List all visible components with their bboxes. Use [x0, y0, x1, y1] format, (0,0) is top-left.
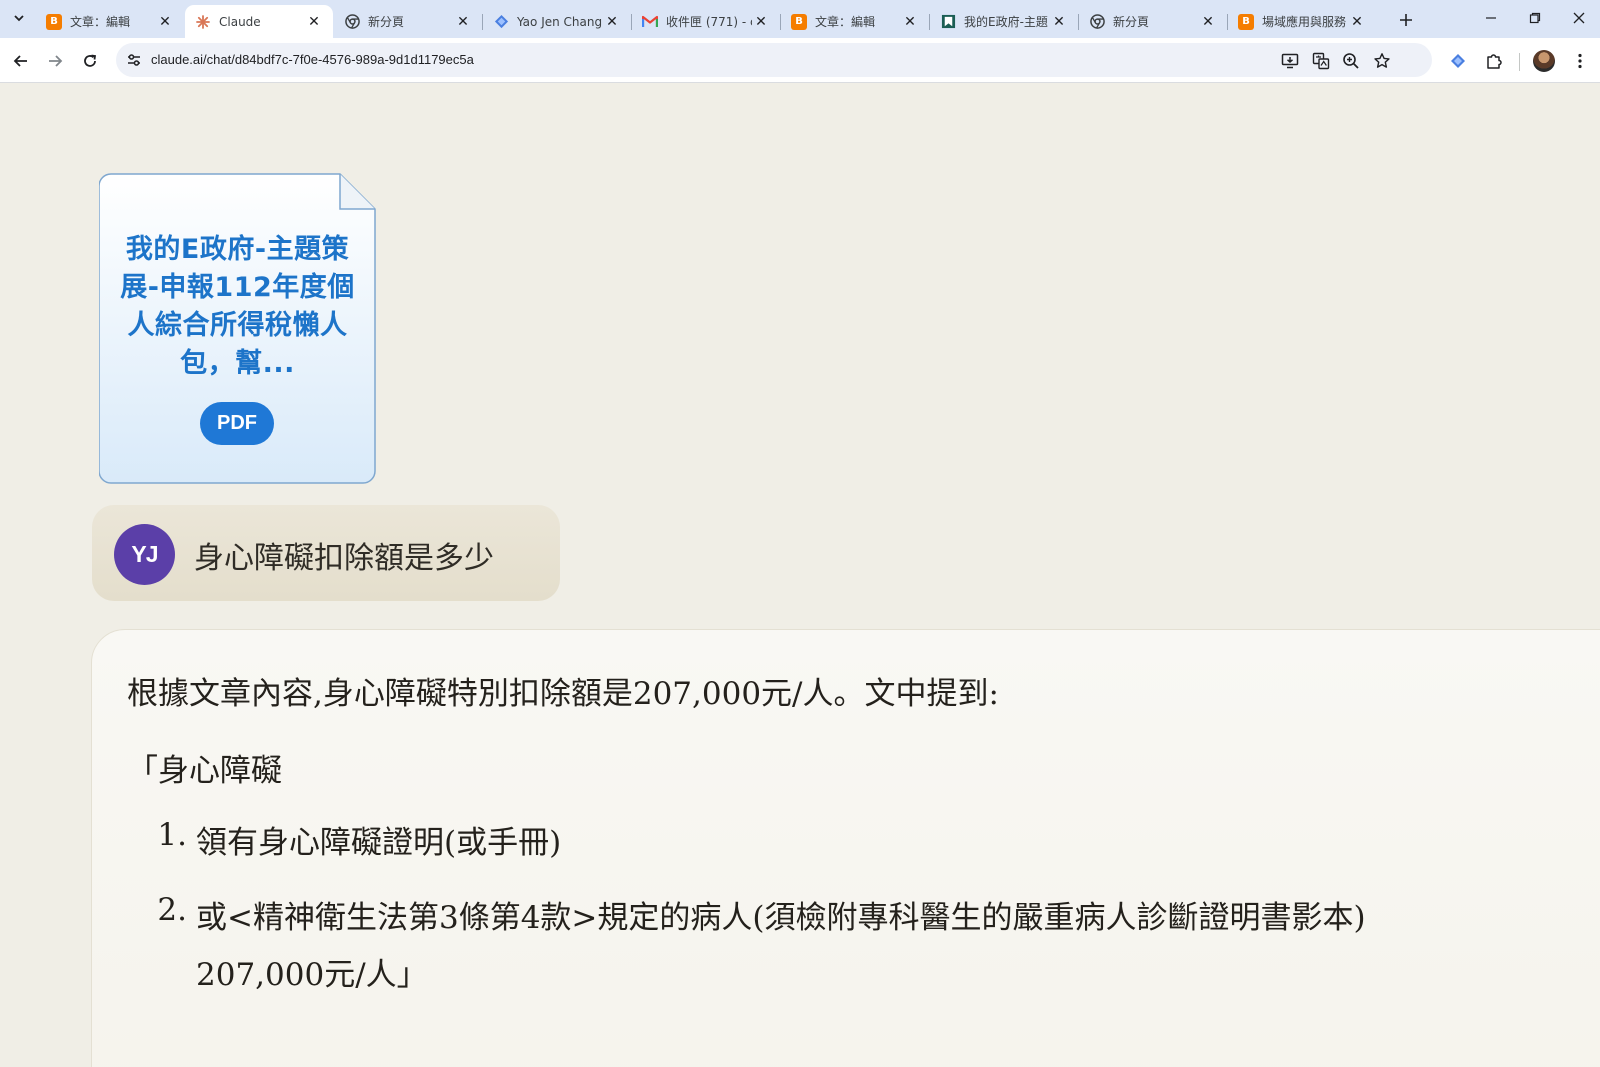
tune-icon [128, 54, 140, 66]
reload-icon [84, 54, 97, 67]
close-window-button[interactable] [1564, 6, 1594, 30]
reload-button[interactable] [77, 48, 103, 74]
tab-search-button[interactable] [8, 7, 30, 29]
back-button[interactable] [8, 48, 34, 74]
url-text: claude.ai/chat/d84bdf7c-7f0e-4576-989a-9… [151, 52, 474, 67]
arrow-right-icon [49, 55, 63, 67]
forward-button[interactable] [42, 48, 68, 74]
tab-blogger-edit-2[interactable]: B 文章：編輯 ✕ [781, 5, 929, 38]
tab-title: 我的E政府-主題 [964, 15, 1048, 29]
list-item-text: 領有身心障礙證明(或手冊) [196, 825, 562, 861]
chrome-icon [344, 14, 360, 30]
close-icon[interactable]: ✕ [156, 13, 174, 31]
new-tab-button[interactable] [1394, 8, 1418, 32]
profile-avatar[interactable] [1533, 50, 1555, 72]
tab-blogger-edit-1[interactable]: B 文章：編輯 ✕ [36, 5, 184, 38]
tab-title: 場域應用與服務 [1262, 15, 1347, 29]
site-info-button[interactable] [122, 48, 146, 72]
tab-title: 文章：編輯 [70, 15, 131, 29]
list-item-text-continued: 207,000元/人」 [196, 957, 428, 993]
tab-blogger-field-app[interactable]: B 場域應用與服務 ✕ [1228, 5, 1376, 38]
tab-new-tab-1[interactable]: 新分頁 ✕ [334, 5, 482, 38]
install-icon [1281, 53, 1299, 69]
list-number: 1. [157, 817, 187, 853]
chrome-icon [1089, 14, 1105, 30]
claude-icon [195, 14, 211, 30]
pdf-attachment-card[interactable]: 我的E政府-主題策展-申報112年度個人綜合所得稅懶人包，幫... PDF [99, 173, 376, 484]
blogger-icon: B [1238, 13, 1254, 30]
list-item-text: 或<精神衛生法第3條第4款>規定的病人(須檢附專科醫生的嚴重病人診斷證明書影本) [196, 900, 1366, 936]
close-icon[interactable]: ✕ [603, 13, 621, 31]
bookmark-star-button[interactable] [1371, 50, 1393, 72]
tab-gmail-inbox[interactable]: 收件匣 (771) - c ✕ [632, 5, 780, 38]
close-icon[interactable]: ✕ [1199, 13, 1217, 31]
pdf-title: 我的E政府-主題策展-申報112年度個人綜合所得稅懶人包，幫... [120, 234, 355, 379]
close-icon[interactable]: ✕ [752, 13, 770, 31]
close-icon[interactable]: ✕ [305, 13, 323, 31]
toolbar-separator [1519, 53, 1520, 71]
assistant-quote-start: 「身心障礙 [127, 753, 282, 789]
blogger-icon: B [791, 13, 807, 30]
user-message-text: 身心障礙扣除額是多少 [194, 541, 494, 576]
pdf-type-badge: PDF [200, 402, 274, 445]
assistant-intro-text: 根據文章內容,身心障礙特別扣除額是207,000元/人。文中提到: [127, 676, 999, 712]
zoom-in-icon [1343, 53, 1359, 69]
tab-new-tab-2[interactable]: 新分頁 ✕ [1079, 5, 1227, 38]
tab-title: 新分頁 [1113, 15, 1150, 29]
browser-toolbar: claude.ai/chat/d84bdf7c-7f0e-4576-989a-9… [0, 38, 1600, 83]
close-icon [1573, 12, 1585, 24]
gemini-icon [1451, 54, 1465, 68]
user-message: YJ 身心障礙扣除額是多少 [92, 505, 560, 601]
chrome-menu-button[interactable] [1568, 49, 1592, 73]
user-avatar: YJ [114, 524, 175, 585]
bookmark-flag-icon [940, 14, 956, 30]
zoom-button[interactable] [1340, 50, 1362, 72]
gmail-icon [642, 14, 658, 30]
restore-icon [1529, 12, 1541, 24]
tab-egov-bookmark[interactable]: 我的E政府-主題 ✕ [930, 5, 1078, 38]
close-icon[interactable]: ✕ [454, 13, 472, 31]
gemini-extension-button[interactable] [1446, 49, 1470, 73]
address-bar[interactable]: claude.ai/chat/d84bdf7c-7f0e-4576-989a-9… [116, 43, 1432, 77]
tab-strip: B 文章：編輯 ✕ Claude ✕ 新分頁 ✕ Yao Jen Chang ✕… [0, 0, 1600, 38]
arrow-left-icon [13, 55, 27, 67]
chevron-down-icon [14, 15, 24, 22]
list-number: 2. [157, 892, 187, 928]
star-icon [1374, 53, 1390, 68]
chat-content: 我的E政府-主題策展-申報112年度個人綜合所得稅懶人包，幫... PDF YJ… [0, 84, 1600, 1067]
tab-title: 新分頁 [368, 15, 405, 29]
tab-title: Yao Jen Chang [517, 14, 603, 29]
gemini-icon [493, 14, 509, 30]
tab-gemini-profile[interactable]: Yao Jen Chang ✕ [483, 5, 631, 38]
install-app-button[interactable] [1279, 50, 1301, 72]
tab-title: 收件匣 (771) - c [666, 15, 752, 29]
assistant-message: 根據文章內容,身心障礙特別扣除額是207,000元/人。文中提到: 「身心障礙 … [91, 629, 1600, 1067]
tab-title: Claude [219, 14, 261, 29]
tab-title: 文章：編輯 [815, 15, 876, 29]
close-icon[interactable]: ✕ [1050, 13, 1068, 31]
translate-icon [1312, 52, 1330, 70]
restore-button[interactable] [1520, 6, 1550, 30]
extensions-button[interactable] [1482, 49, 1506, 73]
minimize-icon [1486, 17, 1496, 19]
puzzle-icon [1487, 54, 1502, 69]
translate-button[interactable] [1310, 50, 1332, 72]
more-vertical-icon [1578, 53, 1582, 69]
tab-claude[interactable]: Claude ✕ [185, 5, 333, 38]
minimize-button[interactable] [1476, 6, 1506, 30]
plus-icon [1400, 14, 1412, 26]
close-icon[interactable]: ✕ [1348, 13, 1366, 31]
blogger-icon: B [46, 13, 62, 30]
close-icon[interactable]: ✕ [901, 13, 919, 31]
